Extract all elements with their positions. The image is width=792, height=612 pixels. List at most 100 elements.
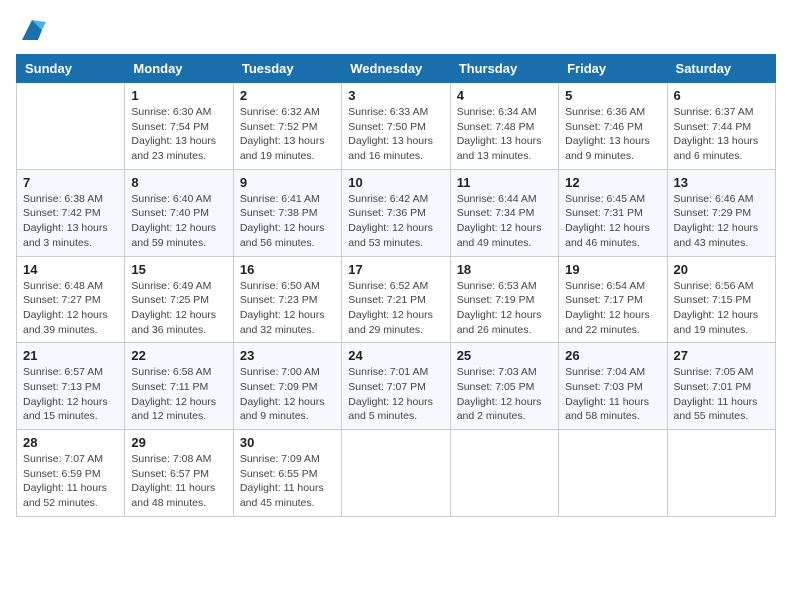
- day-number: 22: [131, 348, 226, 363]
- calendar-cell: 12 Sunrise: 6:45 AMSunset: 7:31 PMDayligh…: [559, 169, 667, 256]
- day-info: Sunrise: 6:40 AMSunset: 7:40 PMDaylight:…: [131, 192, 226, 251]
- day-info: Sunrise: 6:46 AMSunset: 7:29 PMDaylight:…: [674, 192, 769, 251]
- calendar-cell: 16 Sunrise: 6:50 AMSunset: 7:23 PMDayligh…: [233, 256, 341, 343]
- calendar-cell: 13 Sunrise: 6:46 AMSunset: 7:29 PMDayligh…: [667, 169, 775, 256]
- day-info: Sunrise: 6:56 AMSunset: 7:15 PMDaylight:…: [674, 279, 769, 338]
- header-day-thursday: Thursday: [450, 55, 558, 83]
- day-info: Sunrise: 6:38 AMSunset: 7:42 PMDaylight:…: [23, 192, 118, 251]
- calendar-cell: 11Sunrise: 6:44 AMSunset: 7:34 PMDayligh…: [450, 169, 558, 256]
- calendar-cell: 10 Sunrise: 6:42 AMSunset: 7:36 PMDayligh…: [342, 169, 450, 256]
- day-info: Sunrise: 7:00 AMSunset: 7:09 PMDaylight:…: [240, 365, 335, 424]
- page-header: [16, 16, 776, 44]
- logo: [16, 16, 46, 44]
- calendar-cell: [17, 83, 125, 170]
- day-info: Sunrise: 6:30 AMSunset: 7:54 PMDaylight:…: [131, 105, 226, 164]
- week-row-4: 21 Sunrise: 6:57 AMSunset: 7:13 PMDayligh…: [17, 343, 776, 430]
- header-row: SundayMondayTuesdayWednesdayThursdayFrid…: [17, 55, 776, 83]
- day-number: 27: [674, 348, 769, 363]
- calendar-cell: 30 Sunrise: 7:09 AMSunset: 6:55 PMDayligh…: [233, 430, 341, 517]
- day-info: Sunrise: 6:50 AMSunset: 7:23 PMDaylight:…: [240, 279, 335, 338]
- calendar-cell: 26 Sunrise: 7:04 AMSunset: 7:03 PMDayligh…: [559, 343, 667, 430]
- day-number: 12: [565, 175, 660, 190]
- day-number: 5: [565, 88, 660, 103]
- day-number: 9: [240, 175, 335, 190]
- week-row-1: 1 Sunrise: 6:30 AMSunset: 7:54 PMDaylight…: [17, 83, 776, 170]
- day-info: Sunrise: 6:49 AMSunset: 7:25 PMDaylight:…: [131, 279, 226, 338]
- day-info: Sunrise: 6:54 AMSunset: 7:17 PMDaylight:…: [565, 279, 660, 338]
- calendar-cell: 28Sunrise: 7:07 AMSunset: 6:59 PMDayligh…: [17, 430, 125, 517]
- calendar-body: 1 Sunrise: 6:30 AMSunset: 7:54 PMDaylight…: [17, 83, 776, 517]
- day-info: Sunrise: 6:58 AMSunset: 7:11 PMDaylight:…: [131, 365, 226, 424]
- day-number: 13: [674, 175, 769, 190]
- calendar-cell: 14 Sunrise: 6:48 AMSunset: 7:27 PMDayligh…: [17, 256, 125, 343]
- day-number: 1: [131, 88, 226, 103]
- day-number: 30: [240, 435, 335, 450]
- calendar-cell: [450, 430, 558, 517]
- calendar-cell: 23 Sunrise: 7:00 AMSunset: 7:09 PMDayligh…: [233, 343, 341, 430]
- day-info: Sunrise: 6:32 AMSunset: 7:52 PMDaylight:…: [240, 105, 335, 164]
- header-day-sunday: Sunday: [17, 55, 125, 83]
- day-info: Sunrise: 6:42 AMSunset: 7:36 PMDaylight:…: [348, 192, 443, 251]
- calendar-table: SundayMondayTuesdayWednesdayThursdayFrid…: [16, 54, 776, 517]
- day-number: 2: [240, 88, 335, 103]
- day-number: 11: [457, 175, 552, 190]
- day-number: 26: [565, 348, 660, 363]
- day-number: 19: [565, 262, 660, 277]
- day-info: Sunrise: 7:09 AMSunset: 6:55 PMDaylight:…: [240, 452, 335, 511]
- day-info: Sunrise: 6:57 AMSunset: 7:13 PMDaylight:…: [23, 365, 118, 424]
- day-info: Sunrise: 7:04 AMSunset: 7:03 PMDaylight:…: [565, 365, 660, 424]
- calendar-cell: 6 Sunrise: 6:37 AMSunset: 7:44 PMDaylight…: [667, 83, 775, 170]
- header-day-tuesday: Tuesday: [233, 55, 341, 83]
- day-number: 3: [348, 88, 443, 103]
- day-info: Sunrise: 6:34 AMSunset: 7:48 PMDaylight:…: [457, 105, 552, 164]
- day-number: 21: [23, 348, 118, 363]
- day-number: 16: [240, 262, 335, 277]
- week-row-3: 14 Sunrise: 6:48 AMSunset: 7:27 PMDayligh…: [17, 256, 776, 343]
- day-number: 6: [674, 88, 769, 103]
- day-info: Sunrise: 7:05 AMSunset: 7:01 PMDaylight:…: [674, 365, 769, 424]
- calendar-cell: 29Sunrise: 7:08 AMSunset: 6:57 PMDayligh…: [125, 430, 233, 517]
- header-day-saturday: Saturday: [667, 55, 775, 83]
- calendar-cell: 9 Sunrise: 6:41 AMSunset: 7:38 PMDaylight…: [233, 169, 341, 256]
- week-row-5: 28Sunrise: 7:07 AMSunset: 6:59 PMDayligh…: [17, 430, 776, 517]
- day-number: 20: [674, 262, 769, 277]
- day-info: Sunrise: 7:07 AMSunset: 6:59 PMDaylight:…: [23, 452, 118, 511]
- calendar-cell: 3 Sunrise: 6:33 AMSunset: 7:50 PMDaylight…: [342, 83, 450, 170]
- day-number: 14: [23, 262, 118, 277]
- day-number: 25: [457, 348, 552, 363]
- calendar-cell: 20 Sunrise: 6:56 AMSunset: 7:15 PMDayligh…: [667, 256, 775, 343]
- day-info: Sunrise: 6:36 AMSunset: 7:46 PMDaylight:…: [565, 105, 660, 164]
- calendar-cell: 15 Sunrise: 6:49 AMSunset: 7:25 PMDayligh…: [125, 256, 233, 343]
- day-info: Sunrise: 6:37 AMSunset: 7:44 PMDaylight:…: [674, 105, 769, 164]
- day-info: Sunrise: 6:41 AMSunset: 7:38 PMDaylight:…: [240, 192, 335, 251]
- day-info: Sunrise: 6:48 AMSunset: 7:27 PMDaylight:…: [23, 279, 118, 338]
- calendar-cell: 8 Sunrise: 6:40 AMSunset: 7:40 PMDaylight…: [125, 169, 233, 256]
- logo-icon: [18, 16, 46, 44]
- header-day-monday: Monday: [125, 55, 233, 83]
- header-day-friday: Friday: [559, 55, 667, 83]
- calendar-cell: [667, 430, 775, 517]
- day-number: 10: [348, 175, 443, 190]
- calendar-cell: 4Sunrise: 6:34 AMSunset: 7:48 PMDaylight…: [450, 83, 558, 170]
- day-info: Sunrise: 6:33 AMSunset: 7:50 PMDaylight:…: [348, 105, 443, 164]
- day-info: Sunrise: 7:01 AMSunset: 7:07 PMDaylight:…: [348, 365, 443, 424]
- calendar-cell: 27 Sunrise: 7:05 AMSunset: 7:01 PMDayligh…: [667, 343, 775, 430]
- day-number: 23: [240, 348, 335, 363]
- calendar-cell: [342, 430, 450, 517]
- day-number: 8: [131, 175, 226, 190]
- calendar-cell: 25 Sunrise: 7:03 AMSunset: 7:05 PMDayligh…: [450, 343, 558, 430]
- calendar-cell: 19 Sunrise: 6:54 AMSunset: 7:17 PMDayligh…: [559, 256, 667, 343]
- calendar-cell: 2 Sunrise: 6:32 AMSunset: 7:52 PMDaylight…: [233, 83, 341, 170]
- header-day-wednesday: Wednesday: [342, 55, 450, 83]
- day-info: Sunrise: 6:52 AMSunset: 7:21 PMDaylight:…: [348, 279, 443, 338]
- calendar-header: SundayMondayTuesdayWednesdayThursdayFrid…: [17, 55, 776, 83]
- calendar-cell: 5 Sunrise: 6:36 AMSunset: 7:46 PMDaylight…: [559, 83, 667, 170]
- calendar-cell: [559, 430, 667, 517]
- calendar-cell: 22 Sunrise: 6:58 AMSunset: 7:11 PMDayligh…: [125, 343, 233, 430]
- day-number: 15: [131, 262, 226, 277]
- day-info: Sunrise: 7:03 AMSunset: 7:05 PMDaylight:…: [457, 365, 552, 424]
- day-info: Sunrise: 7:08 AMSunset: 6:57 PMDaylight:…: [131, 452, 226, 511]
- day-number: 17: [348, 262, 443, 277]
- day-info: Sunrise: 6:45 AMSunset: 7:31 PMDaylight:…: [565, 192, 660, 251]
- day-number: 24: [348, 348, 443, 363]
